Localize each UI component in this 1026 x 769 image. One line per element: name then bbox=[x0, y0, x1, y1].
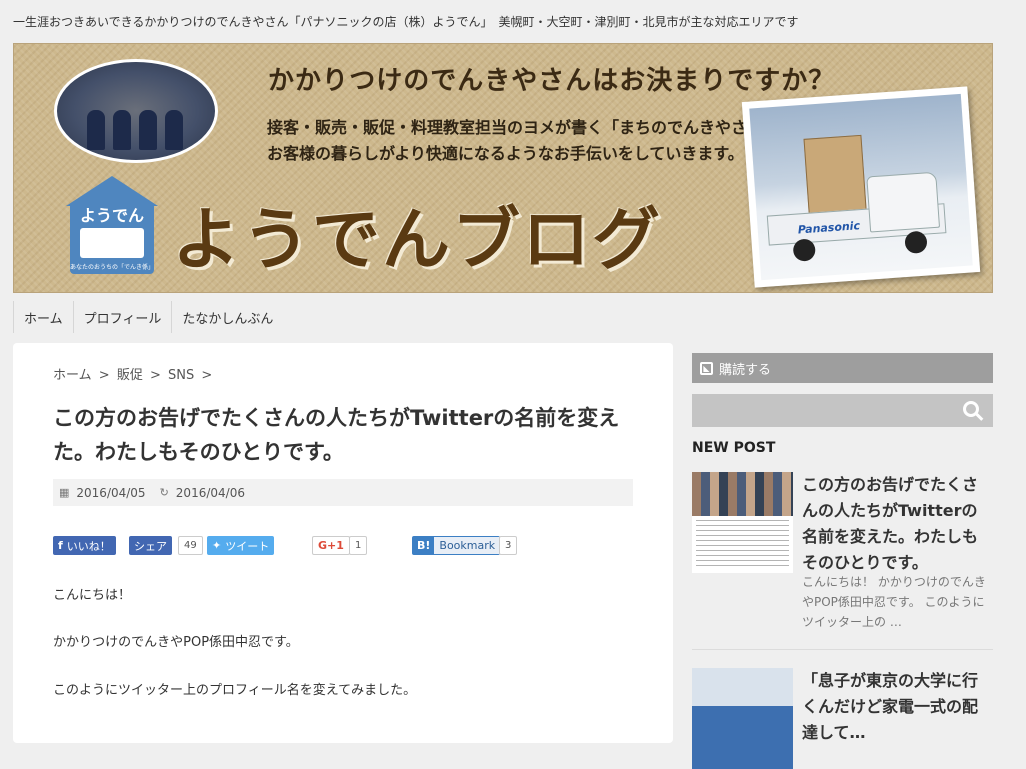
nav-item-tanaka-shinbun[interactable]: たなかしんぶん bbox=[171, 301, 283, 333]
facebook-icon: f bbox=[58, 539, 63, 552]
gplus-label: G+1 bbox=[318, 539, 344, 552]
blog-title: ようでんブログ bbox=[172, 201, 663, 280]
facebook-like-label: いいね！ bbox=[66, 539, 111, 553]
sidebar-post-item[interactable]: この方のお告げでたくさんの人たちがTwitterの名前を変えた。わたしもそのひと… bbox=[692, 472, 993, 632]
post-paragraph: このようにツイッター上のプロフィール名を変えてみました。 bbox=[53, 683, 417, 698]
facebook-share-button[interactable]: シェア bbox=[129, 536, 172, 555]
gplus-button[interactable]: G+1 bbox=[312, 536, 350, 555]
breadcrumb-home[interactable]: ホーム bbox=[53, 368, 92, 383]
new-post-heading: NEW POST bbox=[692, 440, 776, 456]
post-title: この方のお告げでたくさんの人たちがTwitterの名前を変えた。わたしもそのひと… bbox=[53, 406, 620, 464]
breadcrumb-separator: > bbox=[98, 368, 110, 383]
truck-photo: Panasonic bbox=[741, 86, 981, 288]
search-input[interactable] bbox=[692, 394, 993, 427]
header-banner[interactable]: かかりつけのでんきやさんはお決まりですか？ 接客・販売・販促・料理教室担当のヨメ… bbox=[13, 43, 993, 293]
breadcrumb-separator: > bbox=[149, 368, 161, 383]
post-dates: ▦ 2016/04/05 ↻ 2016/04/06 bbox=[53, 479, 633, 506]
hatena-bookmark-button[interactable]: B! Bookmark bbox=[412, 536, 501, 555]
main-nav: ホーム プロフィール たなかしんぶん bbox=[13, 301, 283, 333]
hatena-icon: B! bbox=[417, 539, 431, 552]
post-thumbnail[interactable] bbox=[692, 472, 793, 573]
subscribe-label: 購読する bbox=[719, 362, 772, 378]
calendar-icon: ▦ bbox=[59, 486, 70, 499]
site-tagline: 一生涯おつきあいできるかかりつけのでんきやさん「パナソニックの店（株）ようでん」… bbox=[13, 15, 799, 29]
staff-photo bbox=[54, 59, 218, 163]
facebook-share-count: 49 bbox=[178, 536, 203, 555]
hatena-count: 3 bbox=[499, 536, 518, 555]
tweet-button[interactable]: ✦ ツイート bbox=[207, 536, 275, 555]
logo-name: ようでん bbox=[79, 206, 144, 225]
share-buttons: f いいね！ シェア 49 ✦ ツイート G+1 1 B! Bookmark 3 bbox=[53, 536, 653, 556]
facebook-share-label: シェア bbox=[134, 539, 167, 553]
nav-item-profile[interactable]: プロフィール bbox=[72, 301, 172, 333]
subscribe-button[interactable]: ◣ 購読する bbox=[692, 353, 993, 383]
rss-icon: ◣ bbox=[700, 361, 713, 375]
breadcrumb-promotion[interactable]: 販促 bbox=[117, 368, 143, 383]
post-paragraph: こんにちは！ bbox=[53, 588, 132, 603]
gplus-count: 1 bbox=[349, 536, 368, 555]
hatena-label: Bookmark bbox=[434, 537, 501, 554]
sidebar-post-title[interactable]: 「息子が東京の大学に行くんだけど家電一式の配達して… bbox=[802, 668, 993, 746]
twitter-bird-icon: ✦ bbox=[212, 539, 222, 552]
updated-date: 2016/04/06 bbox=[175, 485, 245, 500]
breadcrumb-sns[interactable]: SNS bbox=[168, 368, 194, 383]
sidebar-post-item[interactable]: 「息子が東京の大学に行くんだけど家電一式の配達して… bbox=[692, 668, 993, 769]
article-card: ホーム > 販促 > SNS > この方のお告げでたくさんの人たちがTwitte… bbox=[13, 343, 673, 743]
breadcrumb-separator: > bbox=[201, 368, 213, 383]
facebook-like-button[interactable]: f いいね！ bbox=[53, 536, 116, 555]
published-date: 2016/04/05 bbox=[76, 485, 146, 500]
sidebar-post-excerpt: こんにちは！ かかりつけのでんきやPOP係田中忍です。 このようにツイッター上の… bbox=[802, 575, 986, 629]
search-icon[interactable] bbox=[963, 401, 979, 417]
post-thumbnail[interactable] bbox=[692, 668, 793, 769]
sidebar-post-title[interactable]: この方のお告げでたくさんの人たちがTwitterの名前を変えた。わたしもそのひと… bbox=[802, 472, 993, 576]
refresh-icon: ↻ bbox=[159, 486, 169, 499]
youden-logo: ようでん あなたのおうちの「でんき係」 bbox=[66, 176, 158, 276]
tweet-label: ツイート bbox=[225, 539, 270, 553]
logo-subtitle: あなたのおうちの「でんき係」 bbox=[70, 264, 155, 271]
breadcrumb: ホーム > 販促 > SNS > bbox=[53, 364, 215, 383]
post-paragraph: かかりつけのでんきやPOP係田中忍です。 bbox=[53, 635, 299, 650]
banner-heading: かかりつけのでんきやさんはお決まりですか？ bbox=[268, 66, 836, 96]
sidebar-divider bbox=[692, 649, 993, 650]
nav-item-home[interactable]: ホーム bbox=[13, 301, 73, 333]
banner-description-line2: お客様の暮らしがより快適になるようなお手伝いをしていきます。 bbox=[267, 144, 744, 163]
